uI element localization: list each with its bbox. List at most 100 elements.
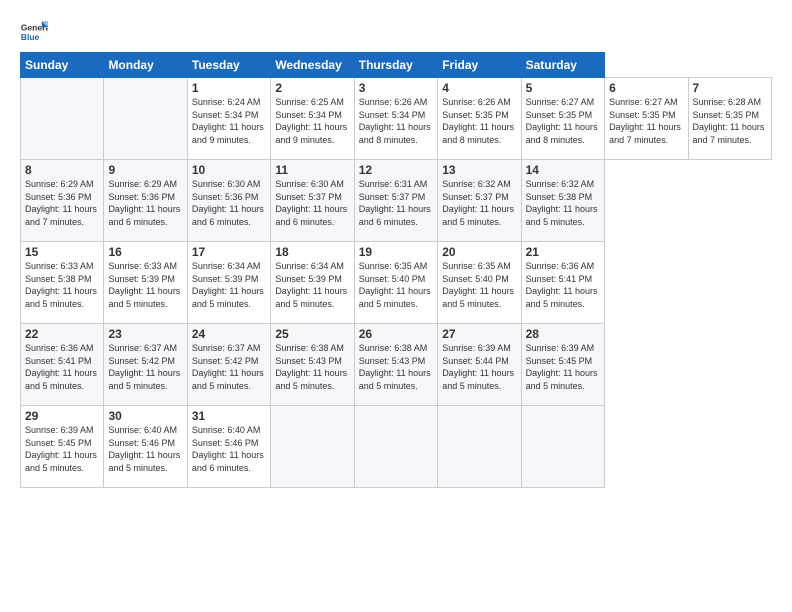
calendar-cell: 19Sunrise: 6:35 AMSunset: 5:40 PMDayligh… [354, 242, 437, 324]
day-detail: Sunrise: 6:29 AMSunset: 5:36 PMDaylight:… [108, 178, 182, 228]
day-number: 29 [25, 409, 99, 423]
day-detail: Sunrise: 6:32 AMSunset: 5:38 PMDaylight:… [526, 178, 600, 228]
calendar-cell: 25Sunrise: 6:38 AMSunset: 5:43 PMDayligh… [271, 324, 354, 406]
calendar-cell: 2Sunrise: 6:25 AMSunset: 5:34 PMDaylight… [271, 78, 354, 160]
svg-text:Blue: Blue [21, 32, 40, 42]
calendar-week-row: 1Sunrise: 6:24 AMSunset: 5:34 PMDaylight… [21, 78, 772, 160]
day-detail: Sunrise: 6:26 AMSunset: 5:35 PMDaylight:… [442, 96, 516, 146]
calendar-week-row: 15Sunrise: 6:33 AMSunset: 5:38 PMDayligh… [21, 242, 772, 324]
calendar-cell: 1Sunrise: 6:24 AMSunset: 5:34 PMDaylight… [187, 78, 270, 160]
calendar-cell: 4Sunrise: 6:26 AMSunset: 5:35 PMDaylight… [438, 78, 521, 160]
calendar-cell: 17Sunrise: 6:34 AMSunset: 5:39 PMDayligh… [187, 242, 270, 324]
calendar-cell: 15Sunrise: 6:33 AMSunset: 5:38 PMDayligh… [21, 242, 104, 324]
calendar-week-row: 8Sunrise: 6:29 AMSunset: 5:36 PMDaylight… [21, 160, 772, 242]
day-number: 16 [108, 245, 182, 259]
weekday-header-friday: Friday [438, 53, 521, 78]
calendar-week-row: 22Sunrise: 6:36 AMSunset: 5:41 PMDayligh… [21, 324, 772, 406]
day-detail: Sunrise: 6:34 AMSunset: 5:39 PMDaylight:… [192, 260, 266, 310]
day-detail: Sunrise: 6:28 AMSunset: 5:35 PMDaylight:… [693, 96, 768, 146]
calendar-cell: 22Sunrise: 6:36 AMSunset: 5:41 PMDayligh… [21, 324, 104, 406]
day-number: 1 [192, 81, 266, 95]
day-number: 7 [693, 81, 768, 95]
calendar-cell: 24Sunrise: 6:37 AMSunset: 5:42 PMDayligh… [187, 324, 270, 406]
day-detail: Sunrise: 6:35 AMSunset: 5:40 PMDaylight:… [359, 260, 433, 310]
day-number: 8 [25, 163, 99, 177]
day-number: 31 [192, 409, 266, 423]
day-detail: Sunrise: 6:37 AMSunset: 5:42 PMDaylight:… [192, 342, 266, 392]
calendar-cell: 26Sunrise: 6:38 AMSunset: 5:43 PMDayligh… [354, 324, 437, 406]
calendar-cell: 20Sunrise: 6:35 AMSunset: 5:40 PMDayligh… [438, 242, 521, 324]
day-detail: Sunrise: 6:31 AMSunset: 5:37 PMDaylight:… [359, 178, 433, 228]
day-detail: Sunrise: 6:39 AMSunset: 5:45 PMDaylight:… [526, 342, 600, 392]
calendar-cell [271, 406, 354, 488]
calendar-week-row: 29Sunrise: 6:39 AMSunset: 5:45 PMDayligh… [21, 406, 772, 488]
day-number: 14 [526, 163, 600, 177]
day-number: 19 [359, 245, 433, 259]
day-number: 6 [609, 81, 683, 95]
calendar-cell [104, 78, 187, 160]
day-number: 27 [442, 327, 516, 341]
day-number: 20 [442, 245, 516, 259]
header: General Blue [20, 18, 772, 46]
calendar-cell: 21Sunrise: 6:36 AMSunset: 5:41 PMDayligh… [521, 242, 604, 324]
day-detail: Sunrise: 6:39 AMSunset: 5:44 PMDaylight:… [442, 342, 516, 392]
day-detail: Sunrise: 6:36 AMSunset: 5:41 PMDaylight:… [526, 260, 600, 310]
day-number: 26 [359, 327, 433, 341]
day-detail: Sunrise: 6:27 AMSunset: 5:35 PMDaylight:… [609, 96, 683, 146]
day-detail: Sunrise: 6:30 AMSunset: 5:36 PMDaylight:… [192, 178, 266, 228]
day-detail: Sunrise: 6:39 AMSunset: 5:45 PMDaylight:… [25, 424, 99, 474]
calendar-cell: 8Sunrise: 6:29 AMSunset: 5:36 PMDaylight… [21, 160, 104, 242]
page: General Blue SundayMondayTuesdayWednesda… [0, 0, 792, 612]
calendar-cell: 3Sunrise: 6:26 AMSunset: 5:34 PMDaylight… [354, 78, 437, 160]
weekday-header-tuesday: Tuesday [187, 53, 270, 78]
day-detail: Sunrise: 6:38 AMSunset: 5:43 PMDaylight:… [275, 342, 349, 392]
calendar-cell: 29Sunrise: 6:39 AMSunset: 5:45 PMDayligh… [21, 406, 104, 488]
calendar-cell: 11Sunrise: 6:30 AMSunset: 5:37 PMDayligh… [271, 160, 354, 242]
calendar-cell: 10Sunrise: 6:30 AMSunset: 5:36 PMDayligh… [187, 160, 270, 242]
calendar-cell: 12Sunrise: 6:31 AMSunset: 5:37 PMDayligh… [354, 160, 437, 242]
calendar-cell: 30Sunrise: 6:40 AMSunset: 5:46 PMDayligh… [104, 406, 187, 488]
day-detail: Sunrise: 6:36 AMSunset: 5:41 PMDaylight:… [25, 342, 99, 392]
calendar-cell: 27Sunrise: 6:39 AMSunset: 5:44 PMDayligh… [438, 324, 521, 406]
day-detail: Sunrise: 6:29 AMSunset: 5:36 PMDaylight:… [25, 178, 99, 228]
calendar-cell: 6Sunrise: 6:27 AMSunset: 5:35 PMDaylight… [605, 78, 688, 160]
weekday-header-thursday: Thursday [354, 53, 437, 78]
day-number: 24 [192, 327, 266, 341]
calendar-cell: 18Sunrise: 6:34 AMSunset: 5:39 PMDayligh… [271, 242, 354, 324]
weekday-header-wednesday: Wednesday [271, 53, 354, 78]
calendar-cell: 14Sunrise: 6:32 AMSunset: 5:38 PMDayligh… [521, 160, 604, 242]
calendar-cell [21, 78, 104, 160]
logo-icon: General Blue [20, 18, 48, 46]
day-detail: Sunrise: 6:33 AMSunset: 5:38 PMDaylight:… [25, 260, 99, 310]
day-number: 13 [442, 163, 516, 177]
day-detail: Sunrise: 6:27 AMSunset: 5:35 PMDaylight:… [526, 96, 600, 146]
calendar-cell: 7Sunrise: 6:28 AMSunset: 5:35 PMDaylight… [688, 78, 772, 160]
day-number: 4 [442, 81, 516, 95]
day-number: 28 [526, 327, 600, 341]
day-number: 30 [108, 409, 182, 423]
calendar-cell [438, 406, 521, 488]
calendar-cell [354, 406, 437, 488]
day-detail: Sunrise: 6:37 AMSunset: 5:42 PMDaylight:… [108, 342, 182, 392]
weekday-header-sunday: Sunday [21, 53, 104, 78]
day-number: 12 [359, 163, 433, 177]
calendar-cell: 16Sunrise: 6:33 AMSunset: 5:39 PMDayligh… [104, 242, 187, 324]
day-number: 18 [275, 245, 349, 259]
day-number: 3 [359, 81, 433, 95]
calendar-cell: 28Sunrise: 6:39 AMSunset: 5:45 PMDayligh… [521, 324, 604, 406]
day-number: 23 [108, 327, 182, 341]
weekday-header-saturday: Saturday [521, 53, 604, 78]
calendar-header-row: SundayMondayTuesdayWednesdayThursdayFrid… [21, 53, 772, 78]
day-number: 21 [526, 245, 600, 259]
weekday-header-monday: Monday [104, 53, 187, 78]
day-number: 10 [192, 163, 266, 177]
day-detail: Sunrise: 6:26 AMSunset: 5:34 PMDaylight:… [359, 96, 433, 146]
day-detail: Sunrise: 6:40 AMSunset: 5:46 PMDaylight:… [192, 424, 266, 474]
day-detail: Sunrise: 6:40 AMSunset: 5:46 PMDaylight:… [108, 424, 182, 474]
calendar-cell: 5Sunrise: 6:27 AMSunset: 5:35 PMDaylight… [521, 78, 604, 160]
day-detail: Sunrise: 6:33 AMSunset: 5:39 PMDaylight:… [108, 260, 182, 310]
calendar-cell: 13Sunrise: 6:32 AMSunset: 5:37 PMDayligh… [438, 160, 521, 242]
calendar-table: SundayMondayTuesdayWednesdayThursdayFrid… [20, 52, 772, 488]
day-number: 5 [526, 81, 600, 95]
day-number: 25 [275, 327, 349, 341]
